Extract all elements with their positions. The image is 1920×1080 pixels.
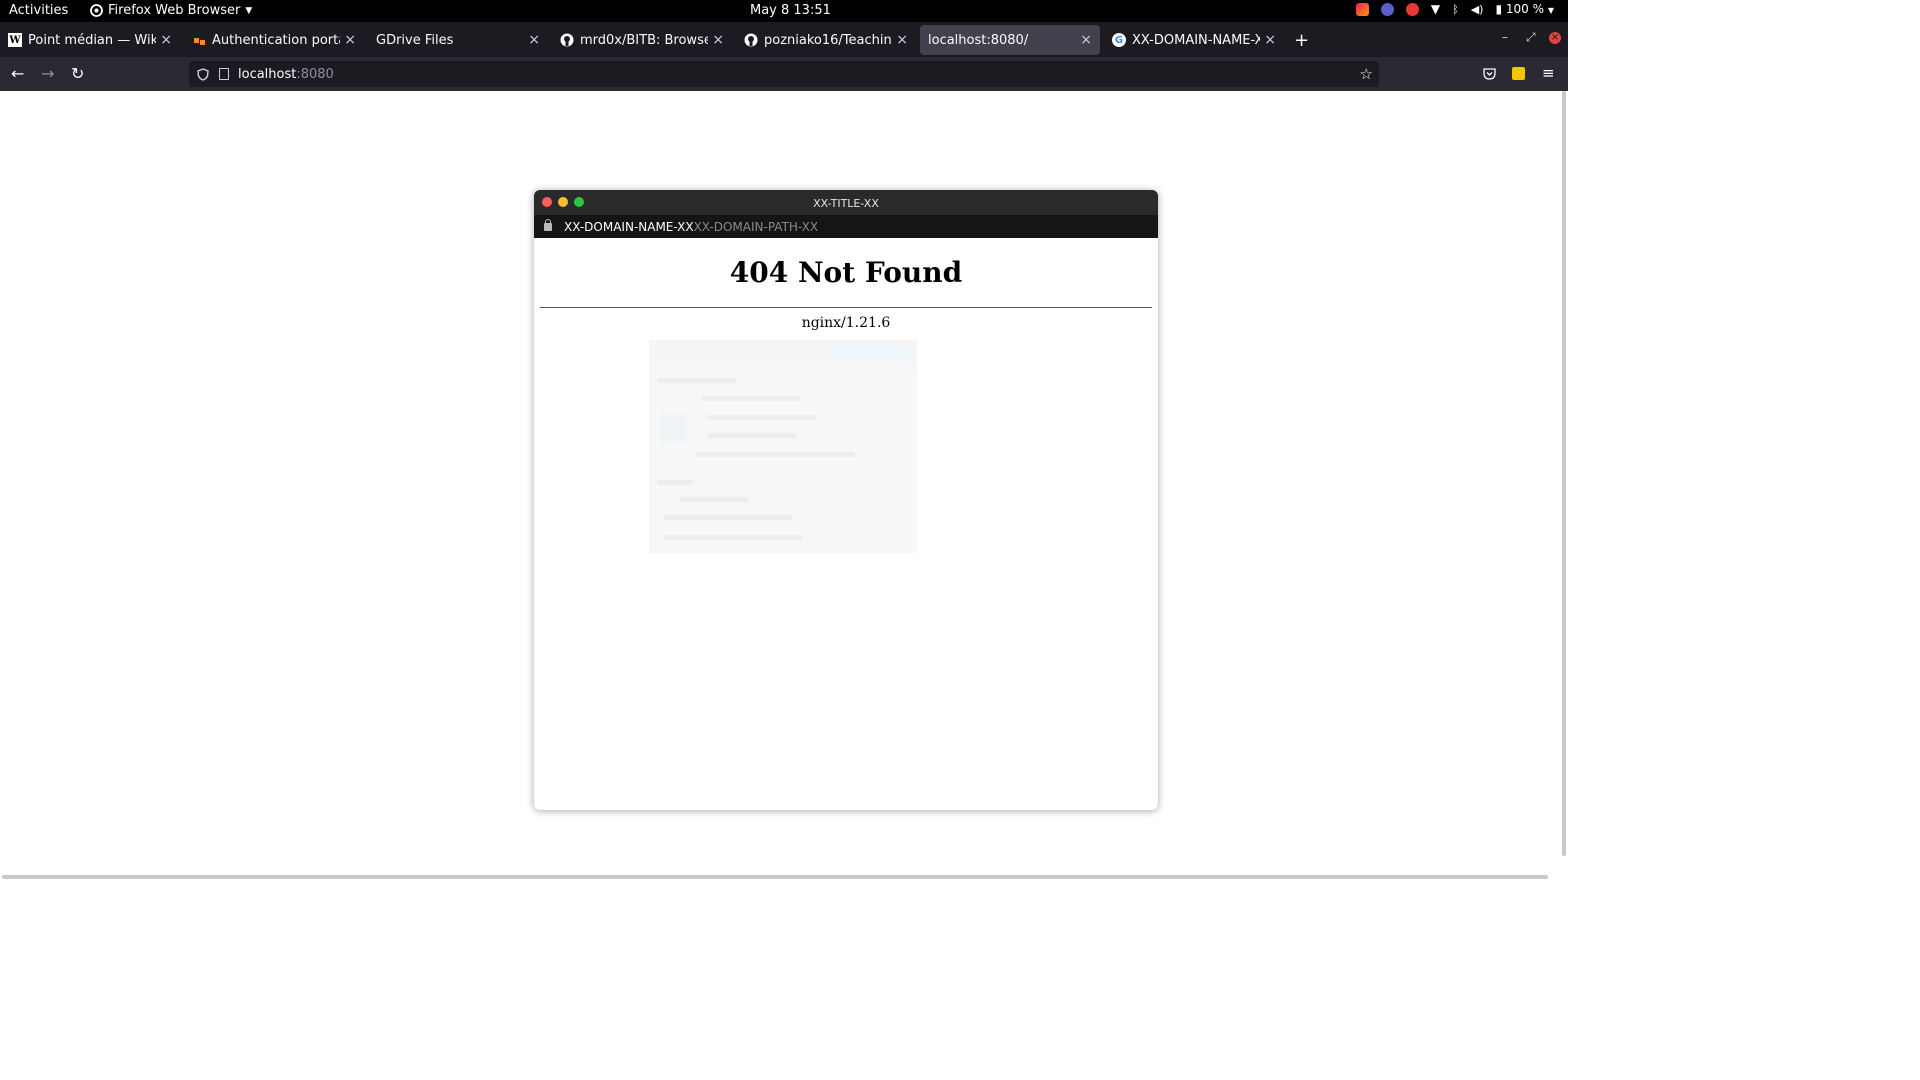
close-icon[interactable]: ×	[1264, 32, 1276, 48]
close-icon[interactable]: ×	[1080, 32, 1092, 48]
url-bar[interactable]: localhost:8080 ☆	[189, 61, 1379, 87]
activities-button[interactable]: Activities	[9, 3, 68, 18]
tab-title: GDrive Files	[376, 32, 454, 48]
system-tray[interactable]: ▼ ᛒ ◀) ▮ 100 % ▼	[1355, 2, 1554, 16]
menu-icon[interactable]: ≡	[1542, 64, 1555, 82]
tab-title: Point médian — Wikipédi	[28, 32, 157, 48]
portal-icon	[192, 33, 206, 47]
ghost-line	[657, 480, 693, 485]
app-name: Firefox Web Browser	[108, 3, 241, 18]
pocket-icon[interactable]	[1483, 68, 1496, 80]
ghost-line	[707, 433, 797, 438]
close-icon[interactable]: ×	[528, 32, 540, 48]
battery-level: 100 %	[1505, 2, 1545, 16]
new-tab-button[interactable]: +	[1294, 30, 1309, 51]
tab-xx-domain[interactable]: G XX-DOMAIN-NAME-XX - F ×	[1104, 25, 1284, 55]
firefox-icon	[90, 4, 103, 17]
close-icon[interactable]: ×	[896, 32, 908, 48]
ghost-line	[679, 497, 749, 502]
tab-localhost[interactable]: localhost:8080/ ×	[920, 25, 1100, 55]
ghost-line	[701, 396, 801, 401]
ghost-line	[695, 452, 855, 457]
ghost-line	[663, 535, 803, 540]
tab-authentication-portal[interactable]: Authentication portal ×	[184, 25, 364, 55]
ghost-line	[707, 415, 817, 420]
restore-icon[interactable]: ⤢	[1526, 30, 1536, 45]
google-icon: G	[1112, 33, 1126, 47]
wifi-icon: ▼	[1430, 2, 1441, 16]
tab-wikipedia[interactable]: W Point médian — Wikipédi ×	[0, 25, 180, 55]
popup-title-bar[interactable]: XX-TITLE-XX	[534, 190, 1158, 215]
ghost-thumbnail	[659, 414, 687, 442]
tab-title: localhost:8080/	[928, 32, 1029, 48]
popup-title: XX-TITLE-XX	[813, 197, 879, 210]
error-page: 404 Not Found nginx/1.21.6	[534, 256, 1158, 331]
reload-button[interactable]: ↻	[71, 64, 84, 83]
back-button[interactable]: ←	[11, 64, 24, 83]
fake-browser-window: XX-TITLE-XX XX-DOMAIN-NAME-XX XX-DOMAIN-P…	[534, 190, 1158, 810]
faded-overlay-panel	[649, 340, 917, 553]
bluetooth-icon: ᛒ	[1452, 2, 1459, 16]
record-tray-icon[interactable]	[1405, 2, 1419, 16]
github-icon	[560, 33, 574, 47]
tab-github-bitb[interactable]: mrd0x/BITB: Browser In T ×	[552, 25, 732, 55]
popup-domain: XX-DOMAIN-NAME-XX	[564, 219, 694, 234]
tab-title: pozniako16/Teaching-HE	[764, 32, 892, 48]
minimize-icon[interactable]: –	[1502, 30, 1508, 44]
clock[interactable]: May 8 13:51	[750, 3, 831, 18]
horizontal-scrollbar[interactable]	[2, 875, 1548, 879]
close-icon[interactable]: ×	[344, 32, 356, 48]
navigation-toolbar: ← → ↻ localhost:8080 ☆ ≡	[0, 57, 1568, 91]
ghost-line	[657, 378, 737, 383]
volume-icon: ◀)	[1470, 2, 1484, 16]
bookmark-star-icon[interactable]: ☆	[1360, 65, 1373, 83]
divider	[540, 307, 1152, 308]
tab-gdrive-files[interactable]: GDrive Files ×	[368, 25, 548, 55]
battery-icon: ▮	[1495, 2, 1503, 16]
close-icon[interactable]: ×	[160, 32, 172, 48]
popup-url-bar: XX-DOMAIN-NAME-XX XX-DOMAIN-PATH-XX	[534, 215, 1158, 238]
battery-indicator: ▮ 100 % ▼	[1495, 2, 1554, 16]
colorpicker-tray-icon[interactable]	[1355, 2, 1369, 16]
chevron-down-icon: ▼	[1547, 6, 1554, 15]
page-icon[interactable]	[219, 68, 229, 80]
popup-path: XX-DOMAIN-PATH-XX	[693, 219, 819, 234]
tab-strip: W Point médian — Wikipédi × Authenticati…	[0, 22, 1568, 57]
tab-title: XX-DOMAIN-NAME-XX - F	[1132, 32, 1261, 48]
extension-icon[interactable]	[1512, 67, 1525, 80]
tab-title: Authentication portal	[212, 32, 341, 48]
system-top-bar: Activities Firefox Web Browser ▼ May 8 1…	[0, 0, 1568, 22]
page-content: XX-TITLE-XX XX-DOMAIN-NAME-XX XX-DOMAIN-P…	[0, 91, 1560, 876]
server-version: nginx/1.21.6	[801, 315, 891, 331]
vertical-scrollbar[interactable]	[1562, 91, 1566, 856]
close-icon[interactable]: ×	[712, 32, 724, 48]
error-heading: 404 Not Found	[729, 256, 963, 289]
tab-title: mrd0x/BITB: Browser In T	[580, 32, 709, 48]
shield-icon[interactable]	[197, 67, 209, 81]
forward-button[interactable]: →	[41, 64, 54, 83]
app-menu[interactable]: Firefox Web Browser ▼	[90, 3, 252, 18]
ghost-button	[824, 346, 909, 360]
teams-tray-icon[interactable]	[1380, 2, 1394, 16]
tab-github-teaching[interactable]: pozniako16/Teaching-HE ×	[736, 25, 916, 55]
wikipedia-icon: W	[8, 33, 22, 47]
url-port: :8080	[296, 66, 334, 82]
window-close-button[interactable]: ×	[1549, 32, 1561, 44]
chevron-down-icon: ▼	[245, 5, 253, 16]
lock-icon	[544, 218, 552, 231]
url-host: localhost	[238, 66, 297, 82]
github-icon	[744, 33, 758, 47]
ghost-line	[663, 515, 793, 520]
